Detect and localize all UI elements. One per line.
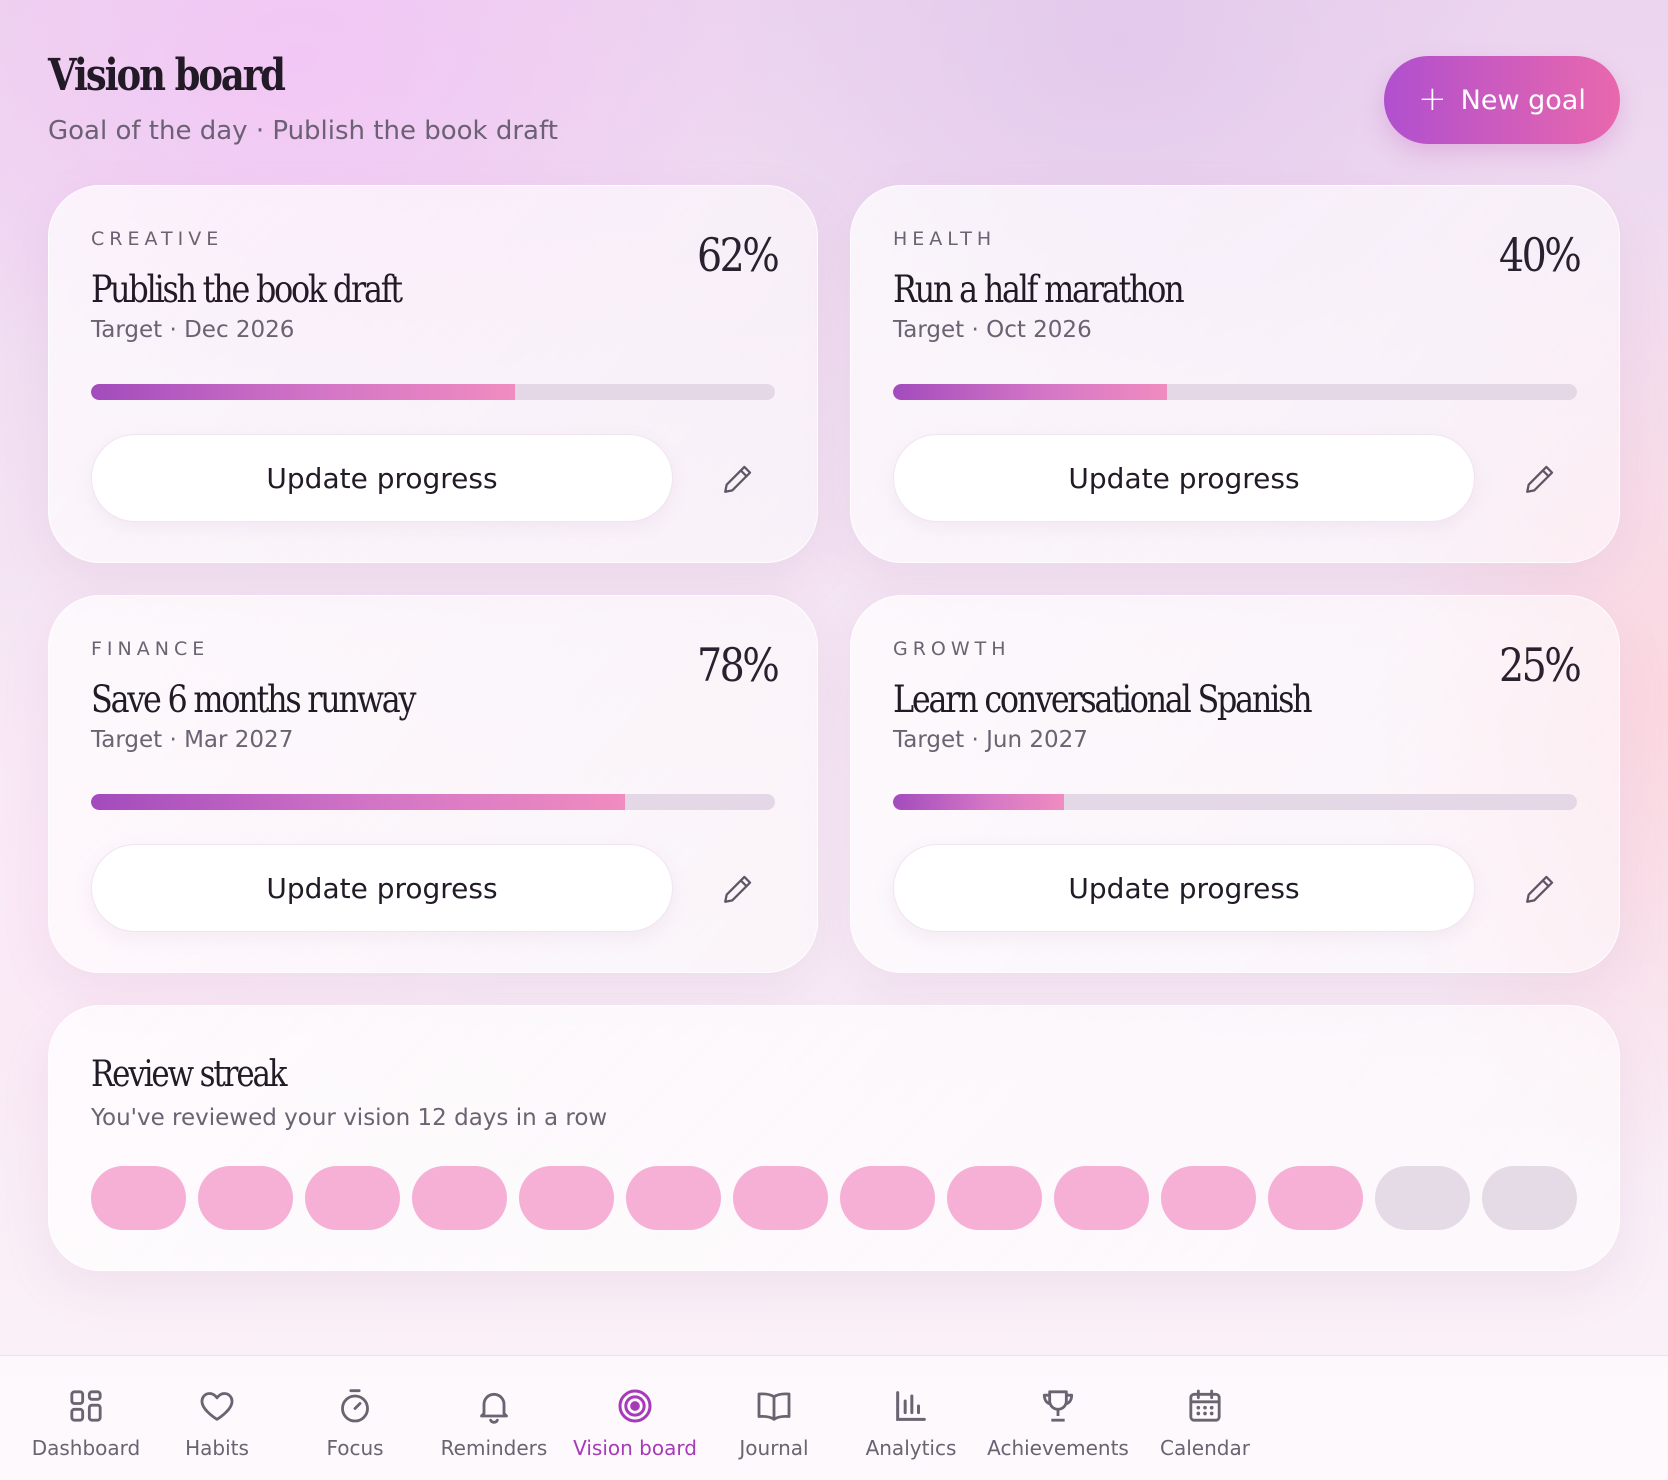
plus-icon: + [1418,78,1447,119]
bell-icon [480,1392,508,1424]
nav-label: Analytics [865,1436,957,1460]
nav-label: Achievements [987,1436,1129,1460]
nav-label: Dashboard [31,1436,141,1460]
nav-label: Habits [185,1436,249,1460]
streak-day-pill [412,1166,507,1230]
goal-title: Learn conversational Spanish [893,678,1313,721]
streak-day-pill [1375,1166,1470,1230]
nav-item-journal[interactable]: Journal [700,1356,848,1480]
pencil-icon [724,465,752,493]
goal-card-finance: FINANCE 78% Save 6 months runway Target … [48,595,818,973]
streak-day-pill [1161,1166,1256,1230]
page-subtitle: Goal of the day · Publish the book draft [48,116,558,146]
progress-bar [91,794,775,810]
goal-category: FINANCE [91,638,210,660]
nav-item-reminders[interactable]: Reminders [418,1356,570,1480]
nav-item-focus[interactable]: Focus [292,1356,418,1480]
progress-bar [91,384,775,400]
heart-icon [200,1392,234,1421]
pencil-icon [1526,875,1554,903]
nav-label: Calendar [1160,1436,1250,1460]
progress-fill [893,384,1167,400]
goal-card-growth: GROWTH 25% Learn conversational Spanish … [850,595,1620,973]
edit-goal-button[interactable] [713,864,763,914]
update-progress-button[interactable]: Update progress [893,844,1475,932]
streak-day-pill [1268,1166,1363,1230]
goal-category: HEALTH [893,228,997,250]
progress-fill [91,384,516,400]
streak-day-pill [840,1166,935,1230]
pencil-icon [724,875,752,903]
streak-days [91,1166,1577,1230]
timer-icon [341,1389,369,1423]
bar-chart-icon [896,1391,926,1421]
streak-day-pill [305,1166,400,1230]
progress-fill [91,794,625,810]
goal-card-creative: CREATIVE 62% Publish the book draft Targ… [48,185,818,563]
edit-goal-button[interactable] [713,454,763,504]
review-streak-card: Review streak You've reviewed your visio… [48,1005,1620,1271]
goal-target: Target · Mar 2027 [91,727,294,753]
goal-target: Target · Oct 2026 [893,317,1092,343]
progress-fill [893,794,1064,810]
new-goal-button[interactable]: + New goal [1384,56,1620,144]
streak-day-pill [1054,1166,1149,1230]
pencil-icon [1526,465,1554,493]
target-icon [618,1389,652,1423]
nav-item-habits[interactable]: Habits [142,1356,292,1480]
goal-percent: 40% [1498,228,1582,282]
nav-item-vision-board[interactable]: Vision board [570,1356,700,1480]
streak-day-pill [947,1166,1042,1230]
bottom-nav: Dashboard Habits Focus Reminders Vision … [0,1355,1668,1480]
nav-item-dashboard[interactable]: Dashboard [30,1356,142,1480]
goal-title: Save 6 months runway [91,678,417,721]
nav-label: Vision board [573,1436,697,1460]
trophy-icon [1042,1390,1074,1422]
streak-day-pill [626,1166,721,1230]
page-title: Vision board [48,50,286,101]
streak-day-pill [1482,1166,1577,1230]
calendar-icon [1189,1389,1221,1422]
update-progress-button[interactable]: Update progress [91,844,673,932]
new-goal-label: New goal [1460,84,1586,116]
header: Vision board Goal of the day · Publish t… [48,50,1620,150]
nav-label: Focus [326,1436,384,1460]
goal-title: Run a half marathon [893,268,1185,311]
goal-percent: 25% [1498,638,1582,692]
streak-day-pill [198,1166,293,1230]
goal-percent: 62% [696,228,780,282]
streak-day-pill [519,1166,614,1230]
progress-bar [893,384,1577,400]
goal-title: Publish the book draft [91,268,403,311]
streak-day-pill [91,1166,186,1230]
streak-subtitle: You've reviewed your vision 12 days in a… [91,1105,608,1131]
nav-item-calendar[interactable]: Calendar [1142,1356,1268,1480]
edit-goal-button[interactable] [1515,864,1565,914]
nav-label: Journal [739,1436,809,1460]
streak-day-pill [733,1166,828,1230]
edit-goal-button[interactable] [1515,454,1565,504]
nav-item-analytics[interactable]: Analytics [848,1356,974,1480]
goal-category: GROWTH [893,638,1011,660]
streak-title: Review streak [91,1054,288,1095]
update-progress-button[interactable]: Update progress [91,434,673,522]
nav-label: Reminders [440,1436,548,1460]
goal-percent: 78% [696,638,780,692]
book-icon [757,1392,791,1421]
progress-bar [893,794,1577,810]
update-progress-button[interactable]: Update progress [893,434,1475,522]
goal-card-health: HEALTH 40% Run a half marathon Target · … [850,185,1620,563]
nav-item-achievements[interactable]: Achievements [974,1356,1142,1480]
goal-target: Target · Dec 2026 [91,317,295,343]
goal-category: CREATIVE [91,228,224,250]
goal-target: Target · Jun 2027 [893,727,1088,753]
dashboard-icon [70,1390,102,1422]
